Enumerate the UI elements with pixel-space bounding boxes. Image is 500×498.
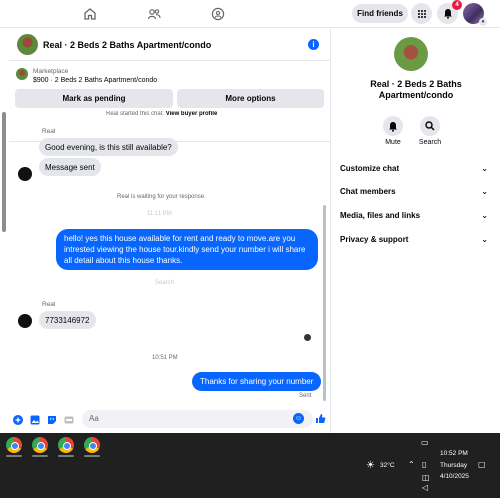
sticker-icon[interactable] <box>47 415 57 425</box>
chrome-icon[interactable] <box>58 437 74 453</box>
notification-center-icon[interactable]: ▢ <box>478 460 486 469</box>
chevron-down-icon: ⌄ <box>481 210 488 220</box>
sender-name: Real <box>42 301 56 308</box>
search-label: Search <box>418 139 442 146</box>
search-icon[interactable] <box>420 116 440 136</box>
chat-details-panel: Real · 2 Beds 2 Baths Apartment/condo Mu… <box>332 29 500 433</box>
app-indicator <box>58 455 74 457</box>
menu-grid-icon[interactable] <box>411 3 432 24</box>
like-thumb-icon[interactable] <box>315 413 326 423</box>
chat-started-notice: Real started this chat. View buyer profi… <box>106 111 218 117</box>
app-indicator <box>32 455 48 457</box>
chat-title[interactable]: Real · 2 Beds 2 Baths Apartment/condo <box>43 40 211 50</box>
desktop-icon[interactable]: ▭ <box>421 438 429 447</box>
chat-members-row[interactable]: Chat members ⌄ <box>340 184 488 198</box>
network-icon[interactable]: ◫ <box>422 473 430 482</box>
chrome-icon[interactable] <box>6 437 22 453</box>
sender-name: Real <box>42 128 56 135</box>
gif-icon[interactable] <box>64 415 74 425</box>
message-timestamp: 10:51 PM <box>152 355 178 361</box>
image-icon[interactable] <box>30 415 40 425</box>
mark-as-pending-button[interactable]: Mark as pending <box>15 89 173 108</box>
chat-scrollbar[interactable] <box>323 205 326 401</box>
temperature[interactable]: 32°C <box>380 462 395 469</box>
plus-icon[interactable] <box>13 415 23 425</box>
mute-bell-icon[interactable] <box>383 116 403 136</box>
sender-avatar[interactable] <box>18 167 32 181</box>
listing-photo[interactable] <box>394 37 428 71</box>
app-indicator <box>84 455 100 457</box>
listing-thumbnail[interactable] <box>16 68 28 80</box>
faded-timestamp: 11:11 PM <box>147 211 172 217</box>
incoming-message[interactable]: 7733146972 <box>39 311 96 329</box>
message-placeholder: Aa <box>89 414 99 423</box>
details-title: Real · 2 Beds 2 Baths Apartment/condo <box>370 79 462 100</box>
listing-avatar[interactable] <box>17 34 38 55</box>
notification-badge: 4 <box>452 0 462 10</box>
chat-header: Real · 2 Beds 2 Baths Apartment/condo i <box>9 29 331 61</box>
home-icon[interactable] <box>81 5 99 23</box>
message-list: Real started this chat. View buyer profi… <box>9 111 331 405</box>
waiting-notice: Real is waiting for your response. <box>117 194 206 200</box>
volume-icon[interactable]: ◁ <box>422 483 428 492</box>
chrome-icon[interactable] <box>32 437 48 453</box>
message-input[interactable]: Aa ☺ <box>82 410 313 428</box>
weather-icon[interactable]: ☀ <box>366 460 375 471</box>
emoji-icon[interactable]: ☺ <box>293 413 304 424</box>
chevron-down-icon: ⌄ <box>481 163 488 173</box>
chat-panel: Real · 2 Beds 2 Baths Apartment/condo i … <box>9 29 331 433</box>
outgoing-message[interactable]: Thanks for sharing your number <box>192 372 322 391</box>
battery-icon[interactable]: ▯ <box>422 460 426 469</box>
page-scrollbar[interactable] <box>2 112 6 232</box>
view-buyer-profile-link[interactable]: View buyer profile <box>166 111 218 117</box>
sent-status: Sent <box>299 393 312 399</box>
windows-taskbar: ▭ ☀ 32°C ⌃ ▯ ◫ ◁ 10:52 PM Thursday 4/10/… <box>0 433 500 498</box>
friends-icon[interactable] <box>145 5 163 23</box>
chevron-up-icon[interactable]: ⌃ <box>408 460 415 469</box>
clock-date[interactable]: 4/10/2025 <box>440 473 469 480</box>
incoming-message[interactable]: Message sent <box>39 158 101 176</box>
clock-time[interactable]: 10:52 PM <box>440 450 468 457</box>
privacy-support-row[interactable]: Privacy & support ⌄ <box>340 232 488 246</box>
sender-avatar[interactable] <box>18 314 32 328</box>
find-friends-button[interactable]: Find friends <box>352 4 408 23</box>
mute-label: Mute <box>385 139 401 146</box>
customize-chat-row[interactable]: Customize chat ⌄ <box>340 161 488 175</box>
chrome-icon[interactable] <box>84 437 100 453</box>
chevron-down-icon: ⌄ <box>481 234 488 244</box>
faded-label: Search <box>155 280 175 286</box>
media-files-links-row[interactable]: Media, files and links ⌄ <box>340 208 488 222</box>
more-options-button[interactable]: More options <box>177 89 324 108</box>
chevron-down-icon: ⌄ <box>481 186 488 196</box>
read-receipt-avatar <box>304 334 311 341</box>
top-navigation: Find friends 4 ▾ <box>0 0 500 28</box>
chevron-down-icon[interactable]: ▾ <box>479 18 487 26</box>
outgoing-message[interactable]: hello! yes this house available for rent… <box>56 229 318 270</box>
listing-price-title[interactable]: $900 · 2 Beds 2 Baths Apartment/condo <box>33 77 157 84</box>
groups-icon[interactable] <box>209 5 227 23</box>
marketplace-label: Marketplace <box>33 68 69 75</box>
message-composer: Aa ☺ <box>9 405 331 433</box>
app-indicator <box>6 455 22 457</box>
incoming-message[interactable]: Good evening, is this still available? <box>39 138 178 156</box>
clock-day[interactable]: Thursday <box>440 462 467 469</box>
info-icon[interactable]: i <box>308 39 319 50</box>
